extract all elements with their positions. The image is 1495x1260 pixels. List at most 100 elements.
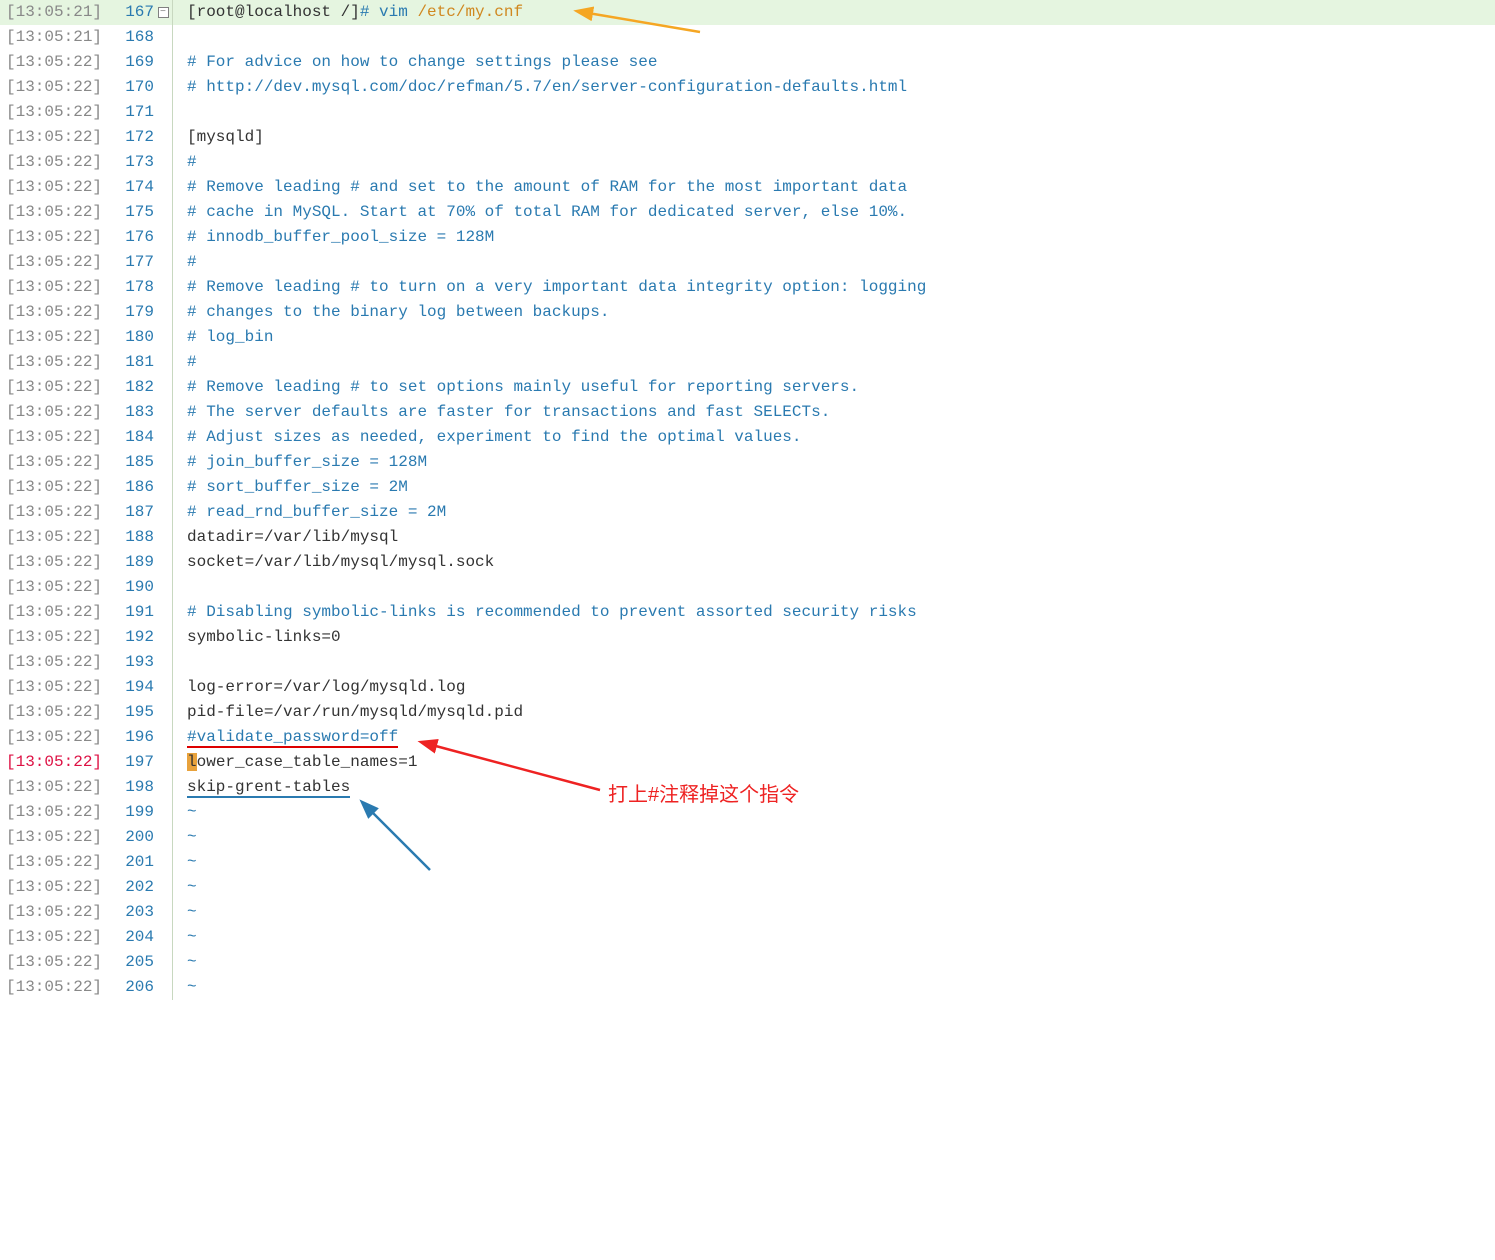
code-content[interactable]: log-error=/var/log/mysqld.log: [187, 675, 1495, 700]
editor-line[interactable]: [13:05:22]184# Adjust sizes as needed, e…: [0, 425, 1495, 450]
code-content[interactable]: # sort_buffer_size = 2M: [187, 475, 1495, 500]
editor-line[interactable]: [13:05:22]204~: [0, 925, 1495, 950]
fold-toggle-icon[interactable]: −: [158, 7, 169, 18]
code-content[interactable]: # For advice on how to change settings p…: [187, 50, 1495, 75]
editor-line[interactable]: [13:05:22]189socket=/var/lib/mysql/mysql…: [0, 550, 1495, 575]
code-content[interactable]: # changes to the binary log between back…: [187, 300, 1495, 325]
timestamp: [13:05:22]: [0, 475, 114, 500]
gutter-border: [172, 275, 173, 300]
line-number: 176: [114, 225, 156, 250]
editor-line[interactable]: [13:05:22]180# log_bin: [0, 325, 1495, 350]
code-content[interactable]: # Remove leading # to set options mainly…: [187, 375, 1495, 400]
timestamp: [13:05:22]: [0, 925, 114, 950]
gutter-border: [172, 250, 173, 275]
editor-line[interactable]: [13:05:22]169# For advice on how to chan…: [0, 50, 1495, 75]
code-content[interactable]: ~: [187, 900, 1495, 925]
editor-line[interactable]: [13:05:22]172[mysqld]: [0, 125, 1495, 150]
editor-line[interactable]: [13:05:22]191# Disabling symbolic-links …: [0, 600, 1495, 625]
editor-line[interactable]: [13:05:22]190: [0, 575, 1495, 600]
editor-line[interactable]: [13:05:22]177#: [0, 250, 1495, 275]
editor-line[interactable]: [13:05:22]201~: [0, 850, 1495, 875]
editor-line[interactable]: [13:05:22]206~: [0, 975, 1495, 1000]
editor-line[interactable]: [13:05:22]170# http://dev.mysql.com/doc/…: [0, 75, 1495, 100]
editor-line[interactable]: [13:05:22]174# Remove leading # and set …: [0, 175, 1495, 200]
editor-line[interactable]: [13:05:22]178# Remove leading # to turn …: [0, 275, 1495, 300]
code-content[interactable]: skip-grent-tables: [187, 775, 1495, 800]
editor-line[interactable]: [13:05:22]183# The server defaults are f…: [0, 400, 1495, 425]
config-text: socket=/var/lib/mysql/mysql.sock: [187, 553, 494, 571]
timestamp: [13:05:21]: [0, 0, 114, 25]
editor-line[interactable]: [13:05:22]171: [0, 100, 1495, 125]
code-content[interactable]: #: [187, 250, 1495, 275]
code-content[interactable]: pid-file=/var/run/mysqld/mysqld.pid: [187, 700, 1495, 725]
editor-line[interactable]: [13:05:22]200~: [0, 825, 1495, 850]
code-content[interactable]: # Remove leading # to turn on a very imp…: [187, 275, 1495, 300]
code-content[interactable]: # Disabling symbolic-links is recommende…: [187, 600, 1495, 625]
editor-line[interactable]: [13:05:22]176# innodb_buffer_pool_size =…: [0, 225, 1495, 250]
code-content[interactable]: [mysqld]: [187, 125, 1495, 150]
editor-line[interactable]: [13:05:22]185# join_buffer_size = 128M: [0, 450, 1495, 475]
code-content[interactable]: # join_buffer_size = 128M: [187, 450, 1495, 475]
code-content[interactable]: ~: [187, 850, 1495, 875]
code-content[interactable]: ~: [187, 975, 1495, 1000]
code-content[interactable]: # read_rnd_buffer_size = 2M: [187, 500, 1495, 525]
fold-gutter[interactable]: −: [156, 7, 170, 18]
code-content[interactable]: #: [187, 350, 1495, 375]
editor-line[interactable]: [13:05:22]205~: [0, 950, 1495, 975]
editor-line[interactable]: [13:05:22]182# Remove leading # to set o…: [0, 375, 1495, 400]
timestamp: [13:05:21]: [0, 25, 114, 50]
editor-line[interactable]: [13:05:21]167− [root@localhost /]# vim /e…: [0, 0, 1495, 25]
gutter-border: [172, 100, 173, 125]
code-content[interactable]: datadir=/var/lib/mysql: [187, 525, 1495, 550]
editor-line[interactable]: [13:05:22]179# changes to the binary log…: [0, 300, 1495, 325]
code-content[interactable]: # log_bin: [187, 325, 1495, 350]
line-number: 202: [114, 875, 156, 900]
code-content[interactable]: # Remove leading # and set to the amount…: [187, 175, 1495, 200]
editor-line[interactable]: [13:05:22]173#: [0, 150, 1495, 175]
code-content[interactable]: symbolic-links=0: [187, 625, 1495, 650]
line-number: 167: [114, 0, 156, 25]
editor-line[interactable]: [13:05:22]196#validate_password=off: [0, 725, 1495, 750]
timestamp: [13:05:22]: [0, 250, 114, 275]
gutter-border: [172, 850, 173, 875]
code-content[interactable]: # http://dev.mysql.com/doc/refman/5.7/en…: [187, 75, 1495, 100]
timestamp: [13:05:22]: [0, 625, 114, 650]
empty-line-tilde: ~: [187, 878, 197, 896]
code-content[interactable]: #validate_password=off: [187, 725, 1495, 750]
gutter-border: [172, 450, 173, 475]
code-content[interactable]: # The server defaults are faster for tra…: [187, 400, 1495, 425]
editor-line[interactable]: [13:05:22]195pid-file=/var/run/mysqld/my…: [0, 700, 1495, 725]
editor-line[interactable]: [13:05:22]192 symbolic-links=0: [0, 625, 1495, 650]
code-content[interactable]: lower_case_table_names=1: [187, 750, 1495, 775]
editor-line[interactable]: [13:05:22]202~: [0, 875, 1495, 900]
code-editor[interactable]: [13:05:21]167− [root@localhost /]# vim /e…: [0, 0, 1495, 1000]
comment-text: # http://dev.mysql.com/doc/refman/5.7/en…: [187, 78, 907, 96]
editor-line[interactable]: [13:05:22]197lower_case_table_names=1: [0, 750, 1495, 775]
code-content[interactable]: # cache in MySQL. Start at 70% of total …: [187, 200, 1495, 225]
editor-line[interactable]: [13:05:21]168: [0, 25, 1495, 50]
editor-line[interactable]: [13:05:22]193: [0, 650, 1495, 675]
code-content[interactable]: ~: [187, 800, 1495, 825]
editor-line[interactable]: [13:05:22]188datadir=/var/lib/mysql: [0, 525, 1495, 550]
prompt-segment: /etc/my.cnf: [417, 3, 523, 21]
editor-line[interactable]: [13:05:22]175# cache in MySQL. Start at …: [0, 200, 1495, 225]
code-content[interactable]: [root@localhost /]# vim /etc/my.cnf: [187, 0, 1495, 25]
code-content[interactable]: ~: [187, 825, 1495, 850]
code-content[interactable]: # innodb_buffer_pool_size = 128M: [187, 225, 1495, 250]
code-content[interactable]: socket=/var/lib/mysql/mysql.sock: [187, 550, 1495, 575]
gutter-border: [172, 775, 173, 800]
editor-line[interactable]: [13:05:22]194log-error=/var/log/mysqld.l…: [0, 675, 1495, 700]
timestamp: [13:05:22]: [0, 275, 114, 300]
editor-line[interactable]: [13:05:22]181#: [0, 350, 1495, 375]
code-content[interactable]: #: [187, 150, 1495, 175]
code-content[interactable]: ~: [187, 950, 1495, 975]
comment-text: # join_buffer_size = 128M: [187, 453, 427, 471]
editor-line[interactable]: [13:05:22]186# sort_buffer_size = 2M: [0, 475, 1495, 500]
line-number: 192: [114, 625, 156, 650]
editor-line[interactable]: [13:05:22]203~: [0, 900, 1495, 925]
code-content[interactable]: ~: [187, 875, 1495, 900]
code-content[interactable]: # Adjust sizes as needed, experiment to …: [187, 425, 1495, 450]
editor-line[interactable]: [13:05:22]187# read_rnd_buffer_size = 2M: [0, 500, 1495, 525]
gutter-border: [172, 525, 173, 550]
code-content[interactable]: ~: [187, 925, 1495, 950]
